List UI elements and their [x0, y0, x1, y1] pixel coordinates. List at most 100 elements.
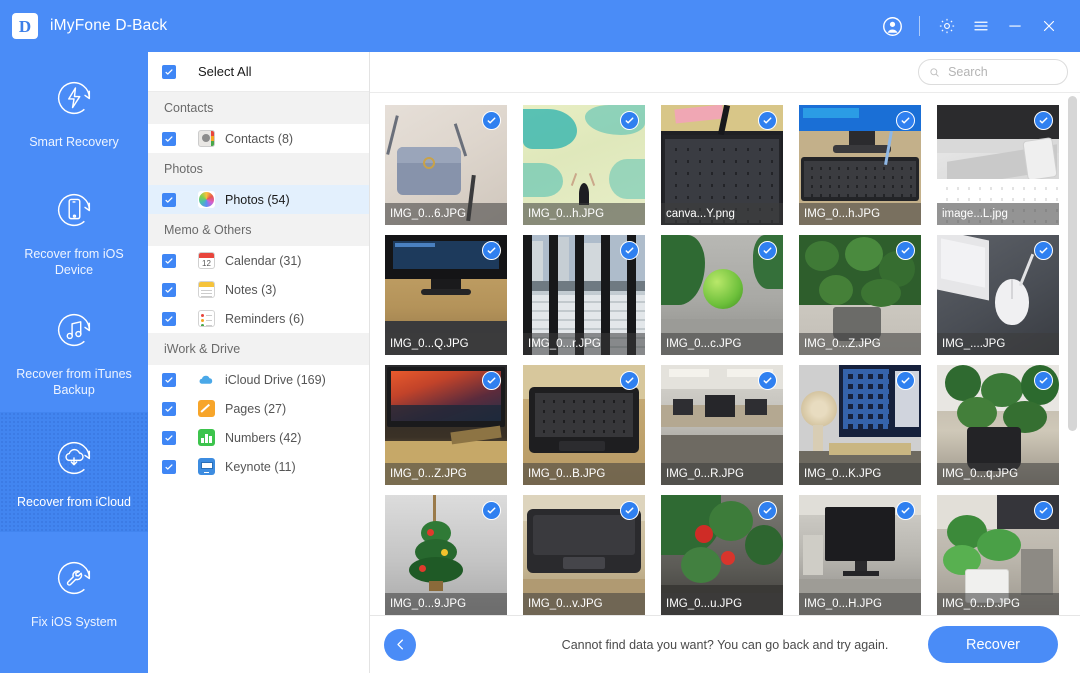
settings-gear-icon[interactable] [930, 9, 964, 43]
tree-group-header-photos: Photos [148, 153, 369, 185]
photo-cell[interactable]: IMG_0...K.JPG [799, 365, 921, 485]
row-checkbox[interactable] [162, 459, 176, 474]
selected-check-icon[interactable] [620, 501, 639, 520]
selected-check-icon[interactable] [620, 371, 639, 390]
close-icon[interactable] [1032, 9, 1066, 43]
tree-group-header-memo-others: Memo & Others [148, 214, 369, 246]
photo-cell[interactable]: IMG_....JPG [937, 235, 1059, 355]
grid-scrollbar-thumb[interactable] [1068, 96, 1077, 431]
tree-row-photos[interactable]: Photos (54) [148, 185, 369, 214]
row-checkbox[interactable] [162, 253, 176, 268]
photo-cell[interactable]: IMG_0...R.JPG [661, 365, 783, 485]
row-checkbox[interactable] [162, 131, 176, 146]
sidebar-item-label: Fix iOS System [30, 614, 118, 629]
tree-row-icloud-drive[interactable]: iCloud Drive (169) [148, 365, 369, 394]
sidebar-item-fix-ios-system[interactable]: Fix iOS System [0, 532, 148, 652]
photo-caption: IMG_0...u.JPG [661, 593, 783, 615]
photo-cell[interactable]: image...L.jpg [937, 105, 1059, 225]
selected-check-icon[interactable] [758, 111, 777, 130]
calendar-app-icon: 12 [198, 252, 215, 269]
selected-check-icon[interactable] [482, 241, 501, 260]
photo-cell[interactable]: IMG_0...c.JPG [661, 235, 783, 355]
sidebar-item-recover-from-ios-device[interactable]: Recover from iOS Device [0, 172, 148, 292]
photo-cell[interactable]: IMG_0...v.JPG [523, 495, 645, 615]
tree-row-reminders[interactable]: Reminders (6) [148, 304, 369, 333]
tree-row-pages[interactable]: Pages (27) [148, 394, 369, 423]
back-button[interactable] [384, 628, 416, 661]
reminders-app-icon [198, 310, 215, 327]
select-all-label: Select All [198, 64, 252, 79]
menu-hamburger-icon[interactable] [964, 9, 998, 43]
selected-check-icon[interactable] [620, 111, 639, 130]
selected-check-icon[interactable] [482, 111, 501, 130]
photo-cell[interactable]: IMG_0...Z.JPG [799, 235, 921, 355]
photo-cell[interactable]: IMG_0...q.JPG [937, 365, 1059, 485]
selected-check-icon[interactable] [896, 111, 915, 130]
sidebar-item-recover-from-itunes-backup[interactable]: Recover from iTunes Backup [0, 292, 148, 412]
search-box[interactable] [918, 59, 1068, 85]
photo-caption: IMG_0...Z.JPG [799, 333, 921, 355]
sidebar-item-smart-recovery[interactable]: Smart Recovery [0, 52, 148, 172]
row-checkbox[interactable] [162, 282, 176, 297]
footer-bar: Cannot find data you want? You can go ba… [370, 615, 1080, 673]
selected-check-icon[interactable] [1034, 111, 1053, 130]
selected-check-icon[interactable] [758, 371, 777, 390]
pages-app-icon [198, 400, 215, 417]
selected-check-icon[interactable] [1034, 371, 1053, 390]
photo-cell[interactable]: IMG_0...B.JPG [523, 365, 645, 485]
selected-check-icon[interactable] [896, 241, 915, 260]
photo-cell[interactable]: IMG_0...Z.JPG [385, 365, 507, 485]
search-bar [370, 52, 1080, 93]
row-checkbox[interactable] [162, 311, 176, 326]
photo-caption: IMG_0...h.JPG [799, 203, 921, 225]
selected-check-icon[interactable] [482, 501, 501, 520]
row-label: iCloud Drive (169) [225, 372, 326, 387]
photo-cell-selected[interactable]: IMG_0...r.JPG [523, 235, 645, 355]
selected-check-icon[interactable] [1034, 501, 1053, 520]
selected-check-icon[interactable] [482, 371, 501, 390]
grid-scrollbar[interactable] [1068, 96, 1077, 612]
row-checkbox[interactable] [162, 192, 176, 207]
photo-cell[interactable]: IMG_0...9.JPG [385, 495, 507, 615]
sidebar-item-recover-from-icloud[interactable]: Recover from iCloud [0, 412, 148, 532]
recover-button[interactable]: Recover [928, 626, 1058, 663]
photo-cell[interactable]: IMG_0...Q.JPG [385, 235, 507, 355]
row-checkbox[interactable] [162, 430, 176, 445]
photo-cell[interactable]: IMG_0...h.JPG [799, 105, 921, 225]
selected-check-icon[interactable] [896, 371, 915, 390]
photo-cell[interactable]: IMG_0...6.JPG [385, 105, 507, 225]
photo-cell[interactable]: IMG_0...u.JPG [661, 495, 783, 615]
account-icon[interactable] [875, 9, 909, 43]
tree-row-notes[interactable]: Notes (3) [148, 275, 369, 304]
tree-row-keynote[interactable]: Keynote (11) [148, 452, 369, 481]
photo-cell[interactable]: IMG_0...D.JPG [937, 495, 1059, 615]
icloud-drive-app-icon [198, 371, 215, 388]
photo-caption: IMG_0...6.JPG [385, 203, 507, 225]
sidebar-item-label: Smart Recovery [29, 134, 119, 149]
file-type-tree: Select All Contacts Contacts (8) Photos [148, 52, 370, 673]
selected-check-icon[interactable] [620, 241, 639, 260]
selected-check-icon[interactable] [758, 241, 777, 260]
photo-cell[interactable]: canva...Y.png [661, 105, 783, 225]
photo-caption: IMG_0...Q.JPG [385, 333, 507, 355]
photo-cell[interactable]: IMG_0...H.JPG [799, 495, 921, 615]
selected-check-icon[interactable] [896, 501, 915, 520]
selected-check-icon[interactable] [1034, 241, 1053, 260]
select-all-checkbox[interactable] [162, 64, 176, 79]
photo-caption: IMG_0...H.JPG [799, 593, 921, 615]
row-checkbox[interactable] [162, 372, 176, 387]
tree-row-contacts[interactable]: Contacts (8) [148, 124, 369, 153]
selected-check-icon[interactable] [758, 501, 777, 520]
photo-cell[interactable]: IMG_0...h.JPG [523, 105, 645, 225]
window-body: Smart Recovery Recover from iOS Device R… [0, 52, 1080, 673]
tree-row-numbers[interactable]: Numbers (42) [148, 423, 369, 452]
wrench-refresh-icon [51, 555, 97, 601]
photo-caption: IMG_....JPG [937, 333, 1059, 355]
row-label: Contacts (8) [225, 131, 294, 146]
tree-row-calendar[interactable]: 12 Calendar (31) [148, 246, 369, 275]
search-input[interactable] [948, 65, 1057, 79]
select-all-row[interactable]: Select All [148, 52, 369, 92]
row-checkbox[interactable] [162, 401, 176, 416]
row-label: Pages (27) [225, 401, 287, 416]
minimize-icon[interactable] [998, 9, 1032, 43]
